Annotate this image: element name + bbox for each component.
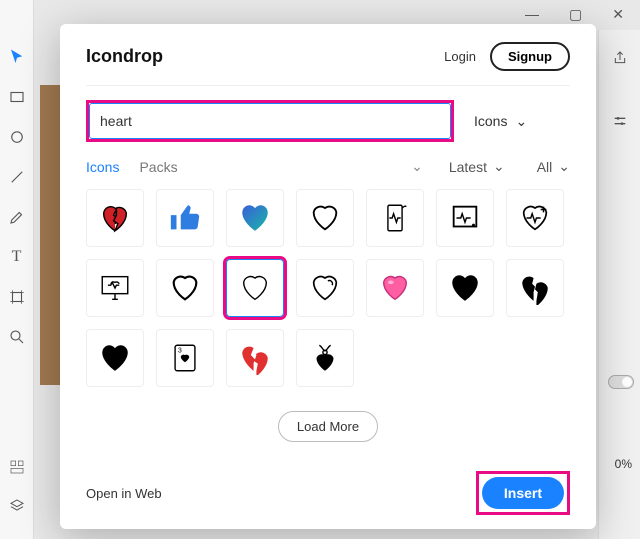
icon-heart-black-2[interactable]	[86, 329, 144, 387]
icon-heart-black[interactable]	[436, 259, 494, 317]
chevron-down-icon: ⌄	[558, 158, 570, 175]
type-dropdown[interactable]: Icons ⌄	[474, 113, 527, 130]
open-in-web-link[interactable]: Open in Web	[86, 486, 162, 501]
pen-tool-icon[interactable]	[8, 208, 26, 226]
tab-icons[interactable]: Icons	[86, 159, 119, 175]
icon-heart-outline-thin[interactable]	[156, 259, 214, 317]
right-panel: 0%	[598, 30, 640, 539]
svg-text:3: 3	[178, 346, 182, 354]
window-maximize[interactable]: ▢	[569, 6, 582, 23]
insert-highlight: Insert	[476, 471, 570, 515]
opacity-value: 0%	[615, 457, 632, 471]
line-tool-icon[interactable]	[8, 168, 26, 186]
share-icon[interactable]	[612, 50, 628, 69]
icon-phone-heartbeat[interactable]	[366, 189, 424, 247]
dialog-title: Icondrop	[86, 46, 163, 67]
icon-heart-gradient[interactable]	[226, 189, 284, 247]
icon-heart-plus[interactable]	[506, 189, 564, 247]
sort-dropdown[interactable]: Latest ⌄	[449, 158, 505, 175]
sort-label: Latest	[449, 159, 487, 175]
select-tool-icon[interactable]	[8, 48, 26, 66]
window-close[interactable]: ✕	[612, 6, 624, 23]
ellipse-tool-icon[interactable]	[8, 128, 26, 146]
chevron-down-icon[interactable]: ⌄	[411, 158, 423, 175]
icon-broken-heart-red-2[interactable]	[226, 329, 284, 387]
window-minimize[interactable]: —	[525, 6, 539, 23]
filter-dropdown[interactable]: All ⌄	[537, 158, 570, 175]
align-settings-icon[interactable]	[612, 113, 628, 132]
icon-desktop-heartbeat[interactable]	[86, 259, 144, 317]
tab-packs[interactable]: Packs	[139, 159, 177, 175]
icon-heart-outline[interactable]	[296, 189, 354, 247]
signup-button[interactable]: Signup	[490, 42, 570, 71]
chevron-down-icon: ⌄	[493, 158, 505, 175]
text-tool-icon[interactable]: T	[8, 248, 26, 266]
icon-broken-heart-red[interactable]	[86, 189, 144, 247]
bottom-left-tools	[0, 459, 34, 519]
icon-playing-card[interactable]: 3	[156, 329, 214, 387]
search-highlight	[86, 100, 454, 142]
assets-icon[interactable]	[9, 459, 25, 480]
chevron-down-icon: ⌄	[515, 113, 527, 130]
type-dropdown-label: Icons	[474, 113, 507, 129]
icon-monitor-heartbeat[interactable]	[436, 189, 494, 247]
search-input[interactable]	[89, 103, 451, 139]
canvas-artboard-edge	[40, 85, 60, 385]
filter-label: All	[537, 159, 553, 175]
icon-heart-outline-selected[interactable]	[226, 259, 284, 317]
artboard-tool-icon[interactable]	[8, 288, 26, 306]
icon-heart-pink[interactable]	[366, 259, 424, 317]
insert-button[interactable]: Insert	[482, 477, 564, 509]
layers-icon[interactable]	[9, 498, 25, 519]
icon-broken-heart-black[interactable]	[506, 259, 564, 317]
icon-heart-pendant[interactable]	[296, 329, 354, 387]
property-toggle[interactable]	[608, 375, 634, 389]
divider	[86, 85, 570, 86]
rectangle-tool-icon[interactable]	[8, 88, 26, 106]
icondrop-dialog: Icondrop Login Signup Icons ⌄ Icons Pack…	[60, 24, 596, 529]
icon-grid: 3	[86, 189, 570, 387]
login-link[interactable]: Login	[444, 49, 476, 64]
icon-thumbs-up[interactable]	[156, 189, 214, 247]
zoom-tool-icon[interactable]	[8, 328, 26, 346]
load-more-button[interactable]: Load More	[278, 411, 378, 442]
icon-heart-script[interactable]	[296, 259, 354, 317]
